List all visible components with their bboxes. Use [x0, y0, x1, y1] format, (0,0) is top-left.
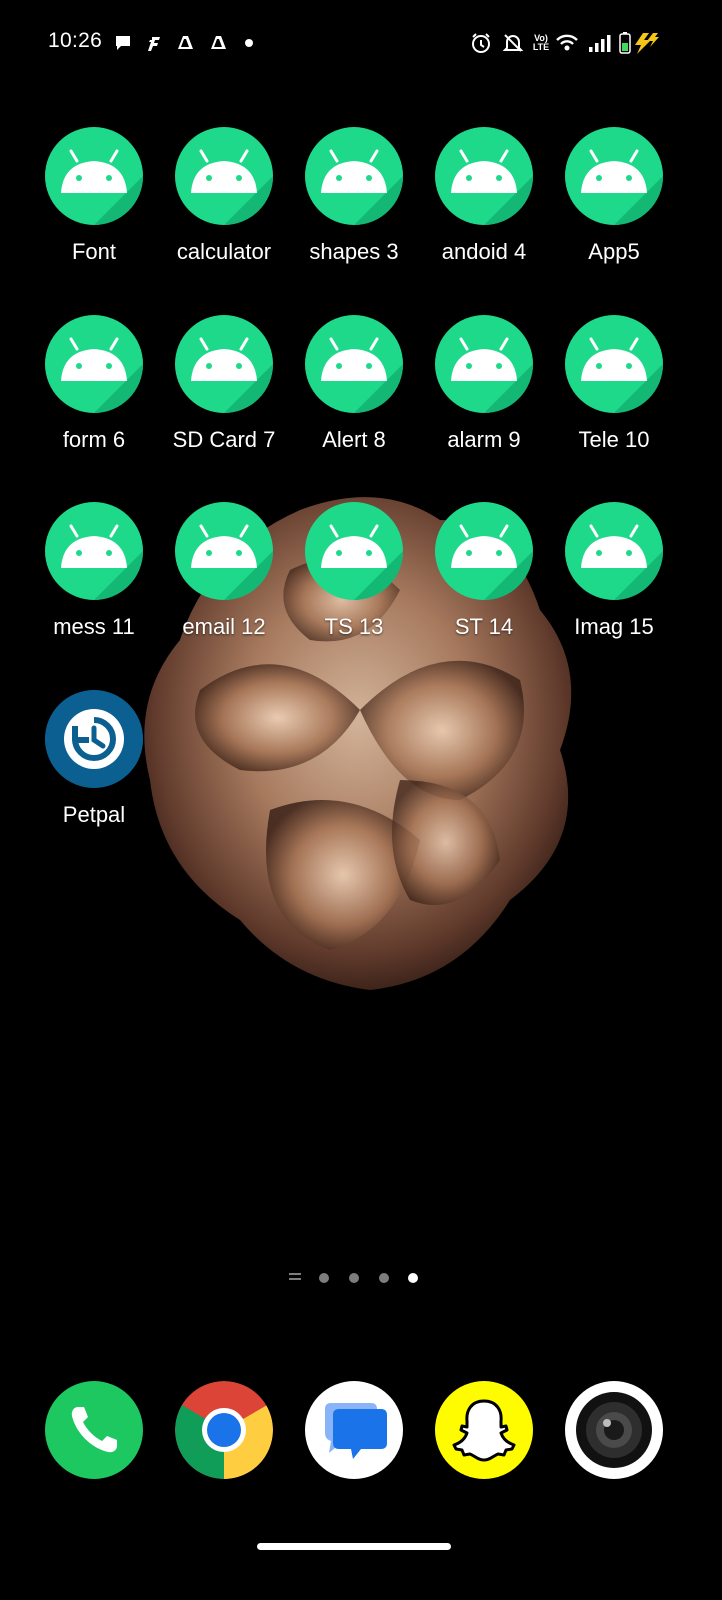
app-label: App5 [588, 239, 640, 264]
flipkart-notification-icon [145, 32, 163, 54]
app-app5[interactable]: App5 [549, 127, 679, 265]
app-andoid-4[interactable]: andoid 4 [419, 127, 549, 265]
android-icon [565, 502, 663, 600]
mute-bell-icon [501, 30, 525, 56]
android-icon [45, 502, 143, 600]
app-alert-8[interactable]: Alert 8 [289, 315, 419, 453]
app-st-14[interactable]: ST 14 [419, 502, 549, 640]
volte-icon: Vo) LTE [532, 33, 550, 52]
chat-notification-icon [112, 32, 134, 54]
app-label: alarm 9 [447, 427, 521, 452]
app-tele-10[interactable]: Tele 10 [549, 315, 679, 453]
wifi-icon [554, 30, 580, 56]
app-mess-11[interactable]: mess 11 [29, 502, 159, 640]
app-notification-icon-2 [206, 32, 232, 54]
android-icon [435, 315, 533, 413]
android-icon [435, 502, 533, 600]
app-label: Font [71, 239, 117, 264]
alarm-icon [469, 30, 493, 56]
android-icon [45, 127, 143, 225]
app-label: ST 14 [454, 614, 514, 639]
app-label: andoid 4 [441, 239, 527, 264]
app-label: Imag 15 [574, 614, 654, 639]
camera-icon[interactable] [565, 1381, 663, 1479]
android-icon [175, 315, 273, 413]
app-imag-15[interactable]: Imag 15 [549, 502, 679, 640]
android-icon [175, 502, 273, 600]
app-sd-card-7[interactable]: SD Card 7 [159, 315, 289, 453]
android-icon [305, 127, 403, 225]
gesture-navigation-bar[interactable] [257, 1543, 451, 1550]
android-icon [565, 127, 663, 225]
feed-page-indicator[interactable] [289, 1273, 301, 1283]
cellular-signal-icon [586, 30, 612, 56]
status-bar: 10:26 Vo) LTE [0, 0, 722, 86]
messages-icon[interactable] [305, 1381, 403, 1479]
app-petpal[interactable]: Petpal [29, 690, 159, 828]
app-ts-13[interactable]: TS 13 [289, 502, 419, 640]
app-label: mess 11 [53, 614, 135, 639]
page-dot-3[interactable] [379, 1273, 389, 1283]
app-email-12[interactable]: email 12 [159, 502, 289, 640]
page-dot-1[interactable] [319, 1273, 329, 1283]
android-icon [305, 502, 403, 600]
app-label: TS 13 [324, 614, 384, 639]
status-time: 10:26 [48, 29, 103, 52]
refresh-icon [45, 690, 143, 788]
app-label: Petpal [62, 802, 126, 827]
android-icon [565, 315, 663, 413]
chrome-icon[interactable] [175, 1381, 273, 1479]
app-calculator[interactable]: calculator [159, 127, 289, 265]
app-label: Alert 8 [322, 427, 386, 452]
app-label: shapes 3 [309, 239, 399, 264]
android-icon [45, 315, 143, 413]
app-label: SD Card 7 [172, 427, 276, 452]
app-shapes-3[interactable]: shapes 3 [289, 127, 419, 265]
app-label: email 12 [182, 614, 266, 639]
android-icon [175, 127, 273, 225]
app-font[interactable]: Font [29, 127, 159, 265]
android-icon [435, 127, 533, 225]
page-indicator[interactable] [0, 1270, 722, 1286]
app-notification-icon [173, 32, 199, 54]
app-label: Tele 10 [578, 427, 650, 452]
android-icon [305, 315, 403, 413]
app-label: form 6 [62, 427, 126, 452]
snapchat-icon[interactable] [435, 1381, 533, 1479]
app-alarm-9[interactable]: alarm 9 [419, 315, 549, 453]
page-dot-2[interactable] [349, 1273, 359, 1283]
page-dot-4-active[interactable] [408, 1273, 418, 1283]
more-notifications-dot [242, 32, 256, 54]
app-form-6[interactable]: form 6 [29, 315, 159, 453]
app-label: calculator [176, 239, 272, 264]
phone-icon[interactable] [45, 1381, 143, 1479]
battery-charging-icon [617, 30, 661, 56]
